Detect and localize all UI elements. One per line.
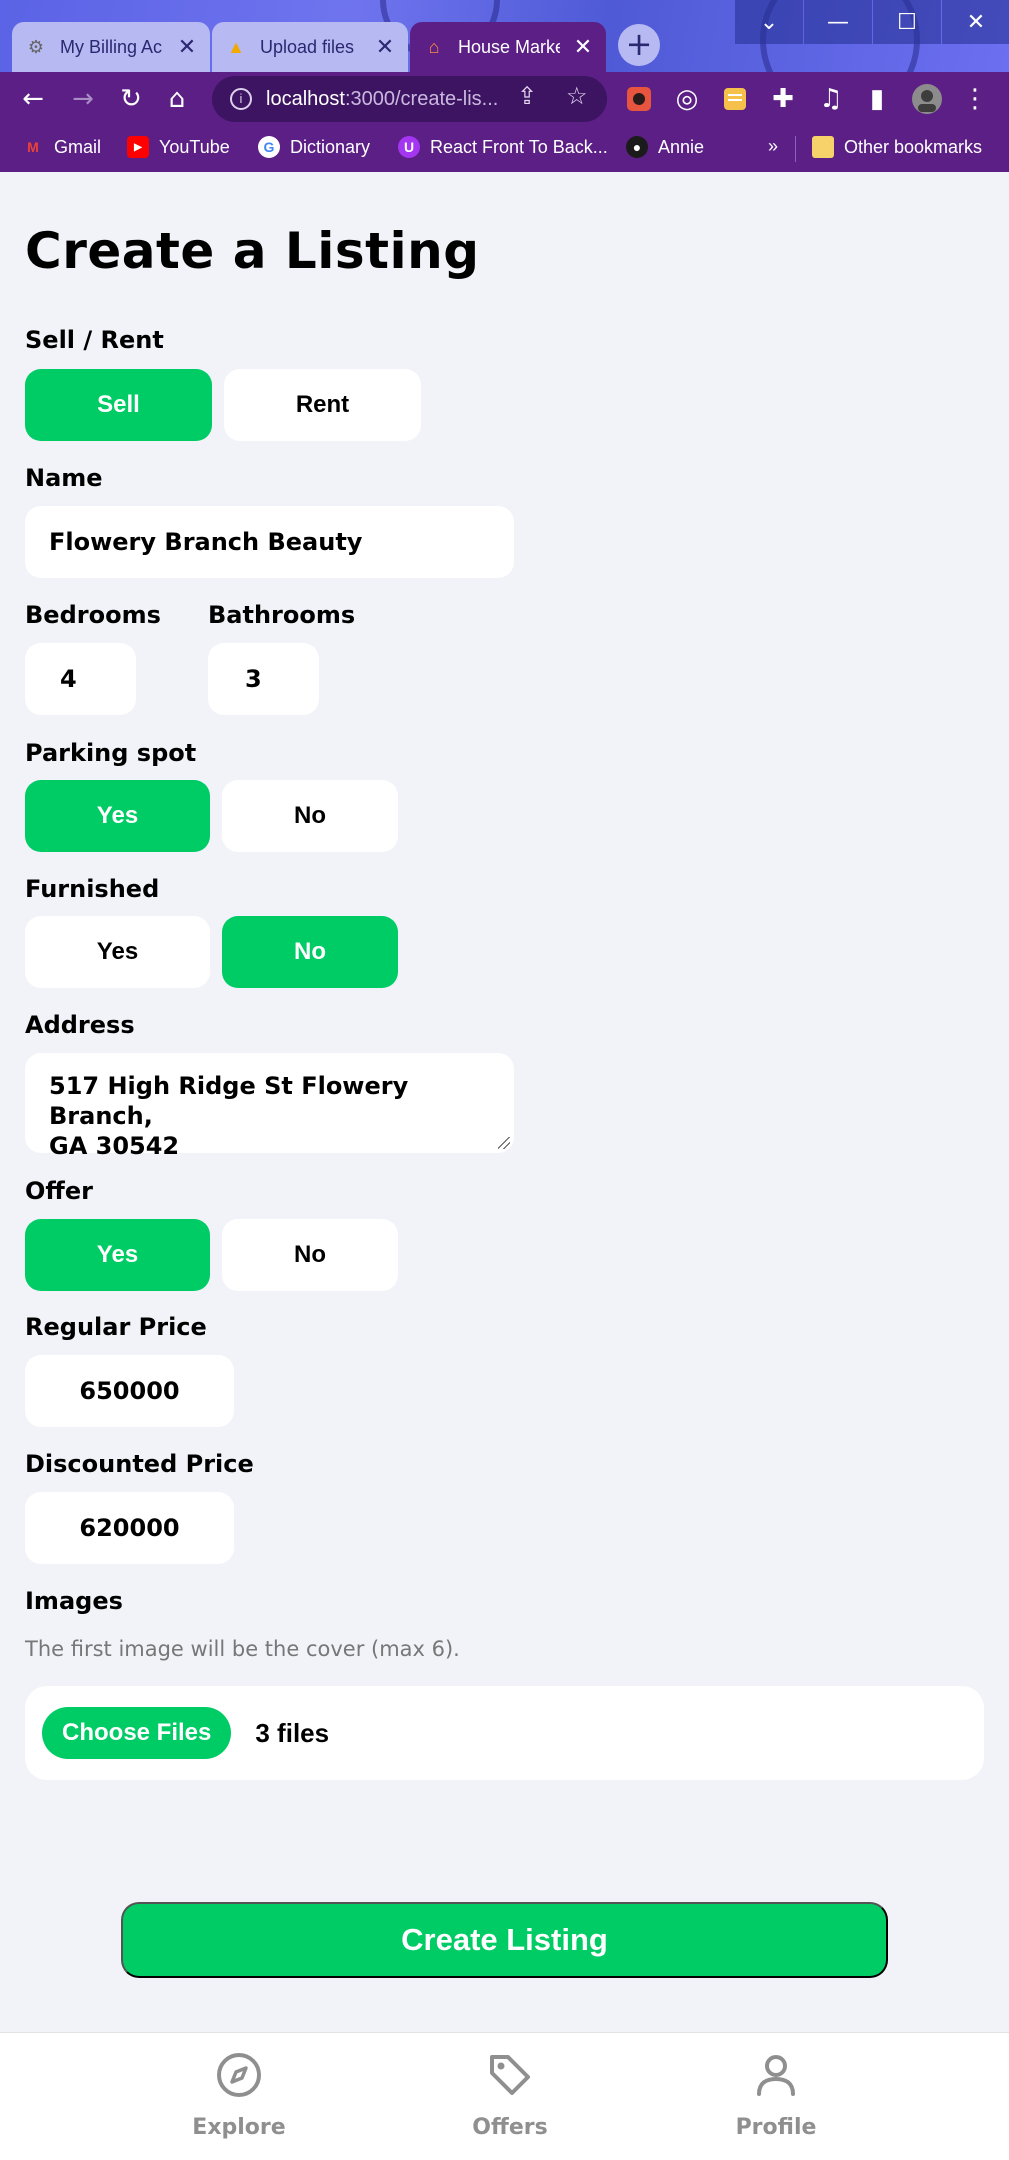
new-tab-button[interactable]: + xyxy=(618,24,660,66)
furnished-no-button[interactable]: No xyxy=(222,916,398,988)
parking-yes-button[interactable]: Yes xyxy=(25,780,210,852)
create-listing-page: Create a Listing Sell / Rent Sell Rent N… xyxy=(0,172,1009,2032)
parking-spot-label: Parking spot xyxy=(25,739,197,767)
bookmark-youtube[interactable]: ▶ YouTube xyxy=(127,136,230,158)
person-icon xyxy=(752,2051,800,2103)
furnished-yes-button[interactable]: Yes xyxy=(25,916,210,988)
address-bar[interactable]: i localhost:3000/create-lis... ⇪ ☆ xyxy=(212,76,607,122)
google-icon: G xyxy=(258,136,280,158)
offer-yes-button[interactable]: Yes xyxy=(25,1219,210,1291)
bookmark-react-course[interactable]: U React Front To Back... xyxy=(398,136,608,158)
bathrooms-input[interactable]: 3 xyxy=(208,643,319,715)
tab-upload-files[interactable]: ▲ Upload files ✕ xyxy=(212,22,408,72)
extension-target-icon[interactable]: ◎ xyxy=(668,80,706,118)
regular-price-input[interactable]: 650000 xyxy=(25,1355,234,1427)
regular-price-label: Regular Price xyxy=(25,1313,207,1341)
images-label: Images xyxy=(25,1587,123,1615)
images-hint: The first image will be the cover (max 6… xyxy=(25,1637,460,1661)
sell-rent-label: Sell / Rent xyxy=(25,326,164,354)
url-path: :3000/create-lis... xyxy=(344,87,499,110)
profile-avatar-icon[interactable] xyxy=(908,80,946,118)
address-textarea[interactable]: 517 High Ridge St Flowery Branch, GA 305… xyxy=(25,1053,514,1160)
forward-icon[interactable]: → xyxy=(64,80,102,118)
bookmarks-divider xyxy=(795,136,796,162)
bedrooms-input[interactable]: 4 xyxy=(25,643,136,715)
name-label: Name xyxy=(25,464,103,492)
bookmark-annie[interactable]: ● Annie xyxy=(626,136,704,158)
firebase-icon: ▲ xyxy=(227,36,245,57)
tab-house-marketplace[interactable]: ⌂ House Marke ✕ xyxy=(410,22,606,72)
folder-icon xyxy=(812,136,834,158)
discounted-price-input[interactable]: 620000 xyxy=(25,1492,234,1564)
gear-icon: ⚙ xyxy=(27,36,45,57)
browser-toolbar: ← → ↻ ⌂ i localhost:3000/create-lis... ⇪… xyxy=(0,72,1009,126)
back-icon[interactable]: ← xyxy=(14,80,52,118)
extension-ladybug-icon[interactable] xyxy=(620,80,658,118)
close-icon[interactable]: ✕ xyxy=(572,34,594,60)
extension-notes-icon[interactable] xyxy=(716,80,754,118)
bookmarks-overflow-button[interactable]: » xyxy=(768,136,778,157)
site-info-icon[interactable]: i xyxy=(230,88,252,110)
close-icon[interactable]: ✕ xyxy=(176,34,198,60)
minimize-button[interactable]: — xyxy=(804,0,872,44)
tab-search-button[interactable]: ⌄ xyxy=(735,0,803,44)
bottom-navbar: Explore Offers Profile xyxy=(0,2032,1009,2160)
other-bookmarks-folder[interactable]: Other bookmarks xyxy=(812,136,982,158)
bathrooms-label: Bathrooms xyxy=(208,601,356,629)
tab-billing[interactable]: ⚙ My Billing Ac ✕ xyxy=(12,22,210,72)
tag-icon xyxy=(486,2051,534,2103)
address-line-2: GA 30542 xyxy=(49,1132,180,1160)
bedrooms-label: Bedrooms xyxy=(25,601,161,629)
rent-button[interactable]: Rent xyxy=(224,369,421,441)
gmail-icon: M xyxy=(27,139,39,155)
parking-no-button[interactable]: No xyxy=(222,780,398,852)
address-label: Address xyxy=(25,1011,135,1039)
menu-kebab-icon[interactable]: ⋮ xyxy=(956,80,994,118)
name-input[interactable]: Flowery Branch Beauty xyxy=(25,506,514,578)
nav-explore[interactable]: Explore xyxy=(159,2051,319,2140)
compass-icon xyxy=(215,2051,263,2103)
side-panel-icon[interactable]: ▮ xyxy=(858,80,896,118)
udemy-icon: U xyxy=(398,136,420,158)
url-host: localhost xyxy=(266,87,345,110)
maximize-button[interactable]: ☐ xyxy=(873,0,941,44)
nav-profile[interactable]: Profile xyxy=(696,2051,856,2140)
nav-offers[interactable]: Offers xyxy=(430,2051,590,2140)
offer-no-button[interactable]: No xyxy=(222,1219,398,1291)
close-icon[interactable]: ✕ xyxy=(374,34,396,60)
create-listing-button[interactable]: Create Listing xyxy=(121,1902,888,1978)
media-control-icon[interactable]: ♫ xyxy=(812,80,850,118)
page-title: Create a Listing xyxy=(25,222,480,280)
choose-files-button[interactable]: Choose Files xyxy=(42,1707,232,1759)
discounted-price-label: Discounted Price xyxy=(25,1450,254,1478)
resize-handle[interactable] xyxy=(498,1137,510,1149)
sell-button[interactable]: Sell xyxy=(25,369,212,441)
bookmark-gmail[interactable]: M Gmail xyxy=(22,136,101,158)
extensions-puzzle-icon[interactable]: ✚ xyxy=(764,80,802,118)
house-icon: ⌂ xyxy=(428,36,440,57)
bookmark-star-icon[interactable]: ☆ xyxy=(566,82,588,111)
github-icon: ● xyxy=(626,136,648,158)
reload-icon[interactable]: ↻ xyxy=(112,80,150,118)
address-line-1: 517 High Ridge St Flowery Branch, xyxy=(49,1072,409,1130)
bookmark-dictionary[interactable]: G Dictionary xyxy=(258,136,370,158)
furnished-label: Furnished xyxy=(25,875,160,903)
bookmarks-bar: M Gmail ▶ YouTube G Dictionary U React F… xyxy=(0,126,1009,172)
share-icon[interactable]: ⇪ xyxy=(517,82,537,111)
home-icon[interactable]: ⌂ xyxy=(158,80,196,118)
file-count: 3 files xyxy=(255,1717,330,1748)
window-close-button[interactable]: ✕ xyxy=(942,0,1009,44)
offer-label: Offer xyxy=(25,1177,93,1205)
browser-tabstrip: ⚙ My Billing Ac ✕ ▲ Upload files ✕ ⌂ Hou… xyxy=(0,0,1009,72)
youtube-icon: ▶ xyxy=(127,136,149,158)
image-file-input[interactable]: Choose Files 3 files xyxy=(25,1686,984,1780)
